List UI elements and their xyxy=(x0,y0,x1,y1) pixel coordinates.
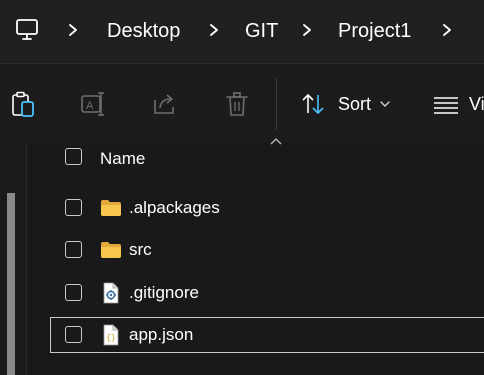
toolbar-separator xyxy=(276,78,277,130)
file-list-pane: Name .alpackages src .gitignore {} app.j… xyxy=(0,138,484,375)
rename-icon[interactable]: A xyxy=(80,90,106,118)
file-row-app-json[interactable]: {} app.json xyxy=(50,317,484,353)
json-file-icon: {} xyxy=(103,324,119,346)
chevron-down-icon[interactable] xyxy=(380,100,390,108)
file-explorer-window: Desktop GIT Project1 A Sort Vi Name .alp… xyxy=(0,0,484,375)
file-name: .alpackages xyxy=(129,198,220,217)
chevron-right-icon[interactable] xyxy=(66,22,80,38)
gear-file-icon xyxy=(103,282,119,304)
file-row-src[interactable]: src xyxy=(50,232,484,268)
sort-icon[interactable] xyxy=(301,91,325,117)
navigation-scrollbar[interactable] xyxy=(7,193,15,375)
chevron-right-icon[interactable] xyxy=(300,22,314,38)
svg-text:{}: {} xyxy=(106,334,116,343)
breadcrumb-git[interactable]: GIT xyxy=(245,19,278,43)
column-header-name[interactable]: Name xyxy=(100,149,145,169)
navigation-pane xyxy=(0,143,27,375)
svg-text:A: A xyxy=(86,100,94,112)
row-checkbox[interactable] xyxy=(65,199,82,216)
sort-ascending-caret-icon xyxy=(270,138,282,145)
file-name: src xyxy=(129,240,152,259)
paste-icon[interactable] xyxy=(10,90,36,118)
address-bar: Desktop GIT Project1 xyxy=(0,0,484,63)
breadcrumb-desktop[interactable]: Desktop xyxy=(107,19,180,43)
row-checkbox[interactable] xyxy=(65,241,82,258)
file-row-alpackages[interactable]: .alpackages xyxy=(50,190,484,226)
file-name: app.json xyxy=(129,325,194,344)
file-name: .gitignore xyxy=(129,283,199,302)
select-all-checkbox[interactable] xyxy=(65,148,82,165)
chevron-right-icon[interactable] xyxy=(207,22,221,38)
this-pc-icon[interactable] xyxy=(14,17,40,43)
row-checkbox[interactable] xyxy=(65,326,82,343)
share-icon[interactable] xyxy=(152,90,178,118)
folder-icon xyxy=(101,242,121,258)
view-button-label[interactable]: Vi xyxy=(469,93,484,115)
breadcrumb-project1[interactable]: Project1 xyxy=(338,19,411,43)
sort-button-label[interactable]: Sort xyxy=(338,93,371,115)
file-row-gitignore[interactable]: .gitignore xyxy=(50,275,484,311)
folder-icon xyxy=(101,200,121,216)
command-bar: A Sort Vi xyxy=(0,63,484,144)
chevron-right-icon[interactable] xyxy=(440,22,454,38)
view-icon[interactable] xyxy=(433,96,459,114)
delete-icon[interactable] xyxy=(224,90,250,118)
row-checkbox[interactable] xyxy=(65,284,82,301)
